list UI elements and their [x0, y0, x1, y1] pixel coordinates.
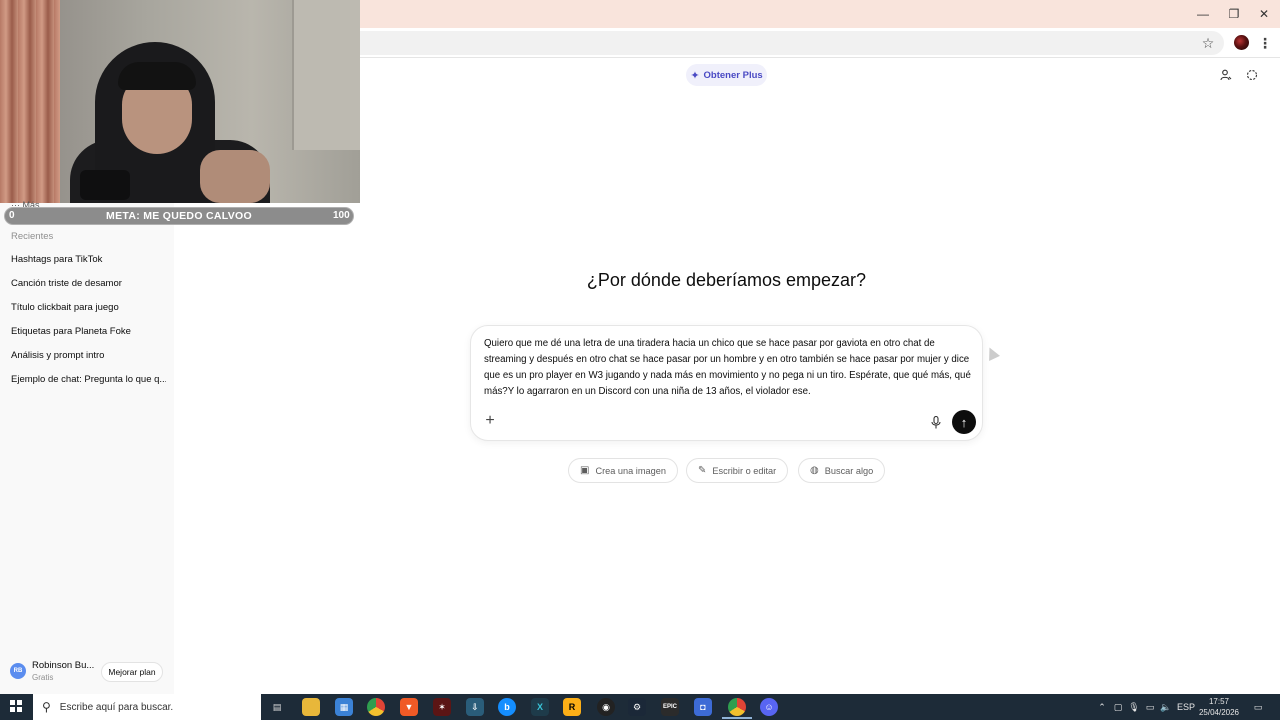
windows-start-icon[interactable] — [10, 700, 22, 712]
taskbar-search-placeholder: Escribe aquí para buscar. — [59, 701, 174, 713]
user-icon[interactable] — [1218, 67, 1234, 83]
profile-avatar[interactable] — [1234, 35, 1249, 50]
chip-label: Crea una imagen — [595, 465, 666, 476]
chip-label: Buscar algo — [824, 465, 874, 476]
recent-chat-item[interactable]: Canción triste de desamor — [11, 278, 166, 289]
recent-chat-item[interactable]: Hashtags para TikTok — [11, 254, 166, 265]
pencil-icon: ✎ — [698, 465, 707, 476]
rockstar-icon[interactable]: R — [563, 698, 581, 716]
close-button[interactable]: ✕ — [1249, 4, 1279, 24]
send-button[interactable]: ↑ — [952, 410, 976, 434]
plus-icon[interactable]: + — [482, 412, 498, 429]
battlenet-icon[interactable]: b — [498, 698, 516, 716]
globe-icon: ◍ — [810, 465, 819, 476]
webcam-overlay — [0, 0, 360, 203]
discord-icon[interactable]: ☺ — [760, 698, 778, 716]
volume-icon[interactable]: 🔈 — [1160, 699, 1172, 715]
arrow-up-icon: ↑ — [960, 414, 968, 430]
chevron-up-icon[interactable]: ⌃ — [1096, 699, 1108, 715]
get-plus-button[interactable]: ✦ Obtener Plus — [686, 64, 767, 86]
search-icon: ⚲ — [42, 700, 51, 714]
temporary-chat-icon[interactable] — [1244, 67, 1260, 83]
goal-target-value: 100 — [333, 210, 350, 221]
get-plus-label: Obtener Plus — [703, 69, 763, 81]
kebab-menu-icon[interactable]: ⋮ — [1258, 33, 1272, 53]
clock-time: 17:57 — [1208, 697, 1230, 706]
prompt-input[interactable]: Quiero que me dé una letra de una tirade… — [484, 336, 974, 400]
obs-icon[interactable]: ◉ — [597, 698, 615, 716]
recent-chat-item[interactable]: Análisis y prompt intro — [11, 350, 166, 361]
epic-games-icon[interactable]: EPIC — [661, 698, 679, 716]
user-plan: Gratis — [32, 673, 54, 682]
clock-date: 25/04/2026 — [1198, 708, 1240, 717]
recents-heading: Recientes — [11, 231, 54, 242]
chrome-icon[interactable] — [367, 698, 385, 716]
notifications-icon[interactable]: ▭ — [1251, 699, 1265, 715]
create-image-chip[interactable]: ▣ Crea una imagen — [568, 458, 678, 483]
chrome-icon[interactable] — [728, 698, 746, 716]
tray-app-icon[interactable]: ▢ — [1112, 699, 1124, 715]
goal-label: META: ME QUEDO CALVOO — [106, 210, 252, 222]
store-icon[interactable]: ▦ — [335, 698, 353, 716]
microphone-icon[interactable] — [929, 414, 943, 430]
search-chip[interactable]: ◍ Buscar algo — [798, 458, 886, 483]
file-explorer-icon[interactable] — [302, 698, 320, 716]
mouse-cursor — [984, 345, 1000, 361]
user-name[interactable]: Robinson Bu... — [32, 660, 94, 671]
chip-label: Escribir o editar — [712, 465, 777, 476]
recent-chat-item[interactable]: Ejemplo de chat: Pregunta lo que q... — [11, 374, 166, 385]
upgrade-plan-button[interactable]: Mejorar plan — [101, 662, 163, 682]
taskbar-search[interactable]: ⚲ Escribe aquí para buscar. — [33, 694, 261, 720]
game-icon[interactable]: ✶ — [433, 698, 451, 716]
sparkle-icon: ✦ — [690, 69, 700, 82]
network-icon[interactable]: ▭ — [1144, 699, 1156, 715]
steam-icon[interactable]: ⚙ — [628, 698, 646, 716]
brave-icon[interactable]: ▼ — [400, 698, 418, 716]
recent-chat-item[interactable]: Título clickbait para juego — [11, 302, 166, 313]
write-edit-chip[interactable]: ✎ Escribir o editar — [686, 458, 789, 483]
language-indicator[interactable]: ESP — [1176, 699, 1196, 715]
app-icon[interactable]: ⇩ — [466, 698, 484, 716]
task-view-icon[interactable]: ▤ — [268, 698, 286, 716]
active-app-indicator — [722, 717, 752, 719]
image-icon: ▣ — [580, 465, 590, 476]
clock[interactable]: 17:57 25/04/2026 — [1198, 696, 1240, 718]
star-icon[interactable]: ☆ — [1198, 33, 1218, 53]
microphone-tray-icon[interactable]: 🎙 — [1128, 699, 1140, 715]
xsplit-icon[interactable]: X — [531, 698, 549, 716]
recent-chat-item[interactable]: Etiquetas para Planeta Foke — [11, 326, 166, 337]
restore-button[interactable]: ❐ — [1219, 4, 1249, 24]
user-avatar[interactable]: RB — [10, 663, 26, 679]
app-icon[interactable]: ◘ — [694, 698, 712, 716]
page-heading: ¿Por dónde deberíamos empezar? — [586, 270, 867, 290]
minimize-button[interactable]: — — [1188, 4, 1218, 24]
